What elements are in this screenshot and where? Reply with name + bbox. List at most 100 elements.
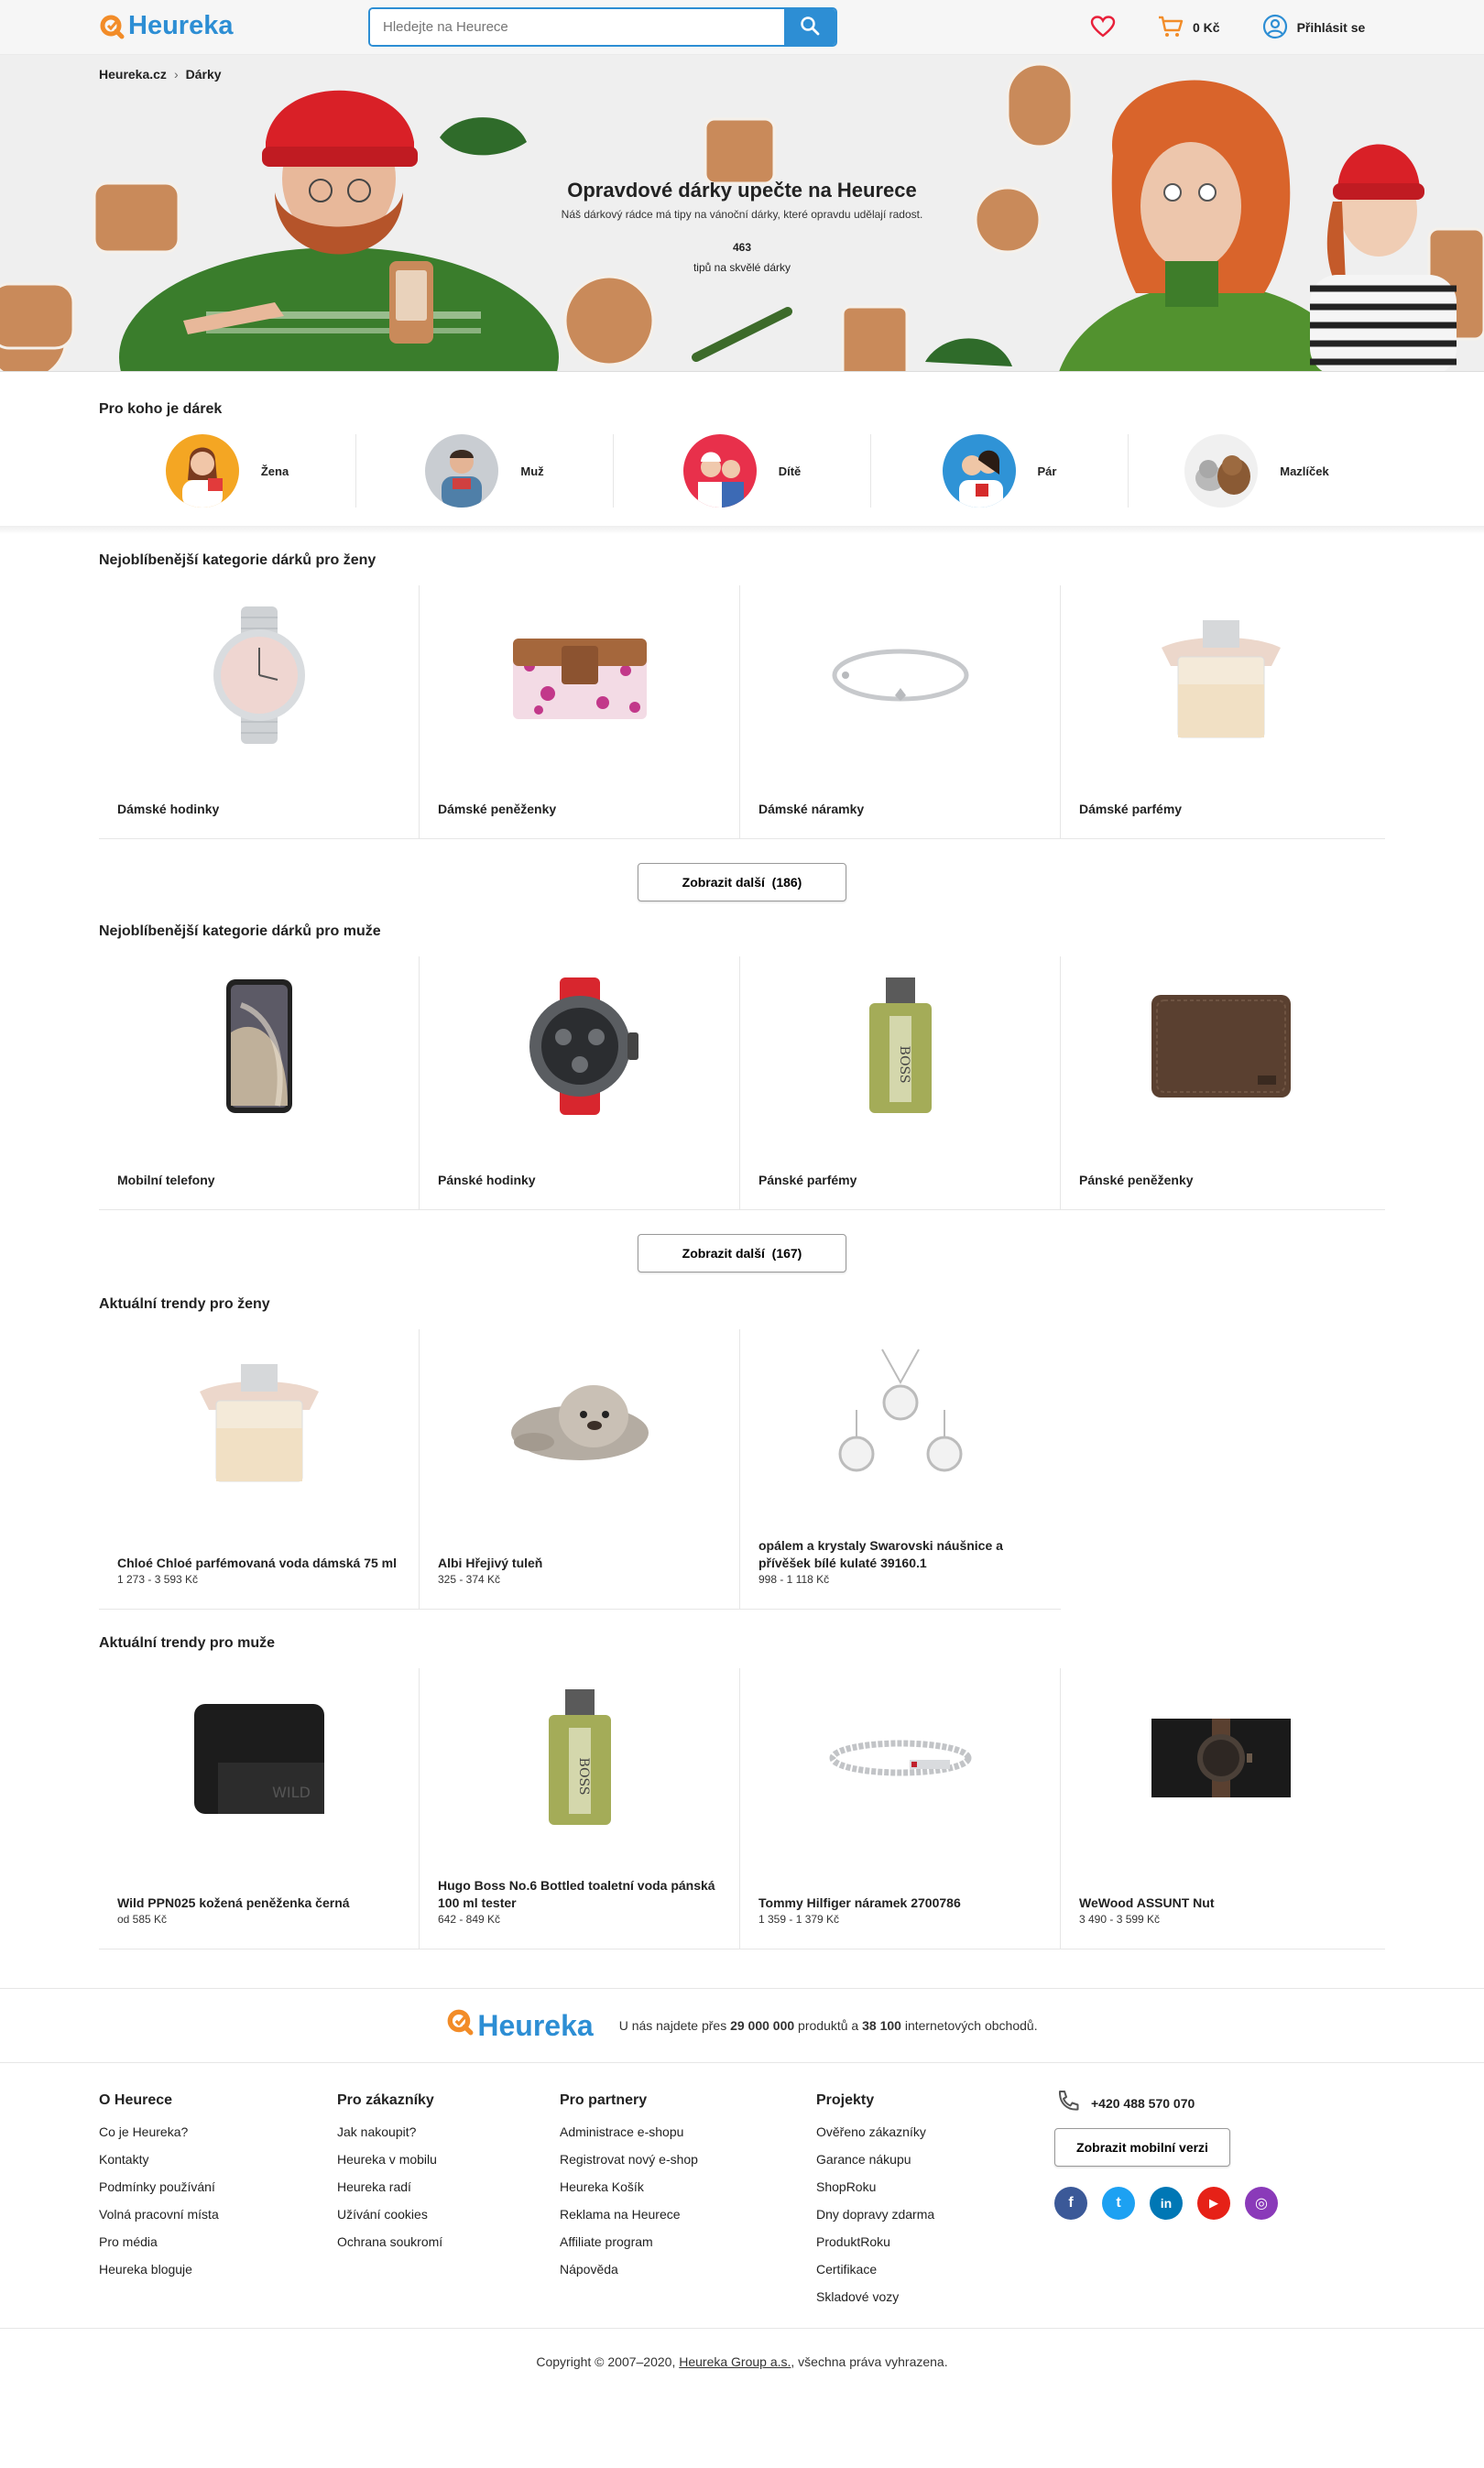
promo-shops: 38 100	[862, 2018, 901, 2033]
footer-col-title: Projekty	[816, 2092, 875, 2108]
category-card[interactable]: Pánské peněženky	[1061, 956, 1381, 1209]
mens-perfume-image: BOSS	[740, 973, 1060, 1119]
footer-link[interactable]: Registrovat nový e-shop	[560, 2146, 816, 2173]
category-label: Dámské peněženky	[438, 802, 557, 816]
footer-link[interactable]: Reklama na Heurece	[560, 2200, 816, 2228]
search-button[interactable]	[784, 9, 835, 45]
category-card[interactable]: Dámské hodinky	[99, 585, 420, 838]
show-more-count: (186)	[771, 875, 802, 890]
footer-link[interactable]: ProduktRoku	[816, 2228, 1054, 2255]
product-card[interactable]: opálem a krystaly Swarovski náušnice a p…	[740, 1329, 1061, 1610]
footer-link[interactable]: Heureka bloguje	[99, 2255, 337, 2283]
product-name: Albi Hřejivý tuleň	[438, 1556, 543, 1570]
footer-link[interactable]: Heureka radí	[337, 2173, 560, 2200]
section-divider	[0, 526, 1484, 534]
category-card[interactable]: BOSS Pánské parfémy	[740, 956, 1061, 1209]
product-price: 998 - 1 118 Kč	[758, 1573, 830, 1586]
phone-icon	[1054, 2089, 1080, 2117]
promo-text-pre: U nás najdete přes	[618, 2018, 731, 2033]
footer-link[interactable]: Nápověda	[560, 2255, 816, 2283]
product-card[interactable]: BOSS Hugo Boss No.6 Bottled toaletní vod…	[420, 1668, 740, 1949]
footer-link[interactable]: Co je Heureka?	[99, 2118, 337, 2146]
recipient-par[interactable]: Pár	[871, 434, 1129, 508]
hero-count-label: tipů na skvělé dárky	[693, 261, 791, 274]
footer-link[interactable]: Administrace e-shopu	[560, 2118, 816, 2146]
recipient-zena[interactable]: Žena	[99, 434, 356, 508]
promo-products: 29 000 000	[730, 2018, 795, 2033]
category-card[interactable]: Dámské náramky	[740, 585, 1061, 838]
product-price: 1 273 - 3 593 Kč	[117, 1573, 199, 1586]
phone-image	[99, 973, 419, 1119]
recipient-dite[interactable]: Dítě	[614, 434, 871, 508]
company-link[interactable]: Heureka Group a.s.	[679, 2354, 791, 2369]
instagram-icon[interactable]: ◎	[1245, 2187, 1278, 2220]
footer-col-pro-zakazniky: Pro zákazníky Jak nakoupit? Heureka v mo…	[337, 2087, 560, 2328]
product-card[interactable]: WILD Wild PPN025 kožená peněženka černá …	[99, 1668, 420, 1949]
show-more-men-button[interactable]: Zobrazit další (167)	[638, 1234, 846, 1272]
footer-link[interactable]: Skladové vozy	[816, 2283, 1054, 2310]
youtube-icon[interactable]: ▶	[1197, 2187, 1230, 2220]
footer-col-projekty: Projekty Ověřeno zákazníky Garance nákup…	[816, 2087, 1054, 2328]
product-image: BOSS	[420, 1685, 739, 1831]
product-price: 325 - 374 Kč	[438, 1573, 501, 1586]
footer-link[interactable]: Garance nákupu	[816, 2146, 1054, 2173]
product-image	[420, 1346, 739, 1492]
category-label: Pánské hodinky	[438, 1173, 536, 1187]
show-more-women-button[interactable]: Zobrazit další (186)	[638, 863, 846, 901]
product-name: opálem a krystaly Swarovski náušnice a p…	[758, 1538, 1003, 1570]
footer-link[interactable]: Pro média	[99, 2228, 337, 2255]
category-card[interactable]: Dámské parfémy	[1061, 585, 1381, 838]
show-more-label: Zobrazit další	[682, 1246, 765, 1261]
facebook-icon[interactable]: f	[1054, 2187, 1087, 2220]
category-card[interactable]: Pánské hodinky	[420, 956, 740, 1209]
recipient-avatar	[942, 434, 1016, 508]
category-label: Pánské peněženky	[1079, 1173, 1194, 1187]
footer: O Heurece Co je Heureka? Kontakty Podmín…	[0, 2063, 1484, 2329]
favorites-button[interactable]	[1090, 15, 1116, 40]
search-input[interactable]	[370, 9, 784, 45]
footer-link[interactable]: Volná pracovní místa	[99, 2200, 337, 2228]
footer-link[interactable]: Ochrana soukromí	[337, 2228, 560, 2255]
footer-link[interactable]: Užívání cookies	[337, 2200, 560, 2228]
footer-link[interactable]: Podmínky používání	[99, 2173, 337, 2200]
cart-button[interactable]: 0 Kč	[1158, 16, 1220, 40]
perfume-image	[1061, 602, 1381, 748]
product-price: 3 490 - 3 599 Kč	[1079, 1913, 1161, 1926]
footer-link[interactable]: Jak nakoupit?	[337, 2118, 560, 2146]
mobile-version-button[interactable]: Zobrazit mobilní verzi	[1054, 2128, 1230, 2167]
footer-col-title: O Heurece	[99, 2092, 173, 2108]
footer-link[interactable]: Kontakty	[99, 2146, 337, 2173]
heureka-logo[interactable]: Heureka	[99, 11, 233, 41]
bracelet-image	[740, 602, 1060, 748]
login-button[interactable]: Přihlásit se	[1262, 14, 1365, 42]
recipient-muz[interactable]: Muž	[356, 434, 614, 508]
category-card[interactable]: Dámské peněženky	[420, 585, 740, 838]
user-icon	[1262, 14, 1288, 42]
footer-logo[interactable]: Heureka	[446, 2008, 594, 2043]
women-trends-title: Aktuální trendy pro ženy	[99, 1296, 270, 1312]
footer-link[interactable]: Certifikace	[816, 2255, 1054, 2283]
heart-icon	[1090, 15, 1116, 40]
svg-text:BOSS: BOSS	[897, 1046, 911, 1084]
footer-link[interactable]: ShopRoku	[816, 2173, 1054, 2200]
twitter-icon[interactable]: t	[1102, 2187, 1135, 2220]
men-categories-section: Nejoblíbenější kategorie dárků pro muže …	[0, 901, 1484, 1272]
footer-link[interactable]: Heureka v mobilu	[337, 2146, 560, 2173]
product-name: WeWood ASSUNT Nut	[1079, 1895, 1215, 1910]
product-card[interactable]: Tommy Hilfiger náramek 2700786 1 359 - 1…	[740, 1668, 1061, 1949]
footer-link[interactable]: Dny dopravy zdarma	[816, 2200, 1054, 2228]
category-card[interactable]: Mobilní telefony	[99, 956, 420, 1209]
footer-link[interactable]: Ověřeno zákazníky	[816, 2118, 1054, 2146]
product-card[interactable]: Chloé Chloé parfémovaná voda dámská 75 m…	[99, 1329, 420, 1610]
recipient-mazlicek[interactable]: Mazlíček	[1129, 434, 1385, 508]
logo-icon	[446, 2008, 474, 2043]
recipient-label: Dítě	[778, 464, 802, 478]
hero-banner: Heureka.cz › Dárky Opravdové dárky upečt…	[0, 55, 1484, 372]
footer-link[interactable]: Heureka Košík	[560, 2173, 816, 2200]
breadcrumb-home[interactable]: Heureka.cz	[99, 67, 167, 82]
product-card[interactable]: WeWood ASSUNT Nut 3 490 - 3 599 Kč	[1061, 1668, 1381, 1949]
footer-link[interactable]: Affiliate program	[560, 2228, 816, 2255]
linkedin-icon[interactable]: in	[1150, 2187, 1183, 2220]
product-card[interactable]: Albi Hřejivý tuleň 325 - 374 Kč	[420, 1329, 740, 1610]
recipient-avatar	[425, 434, 499, 508]
